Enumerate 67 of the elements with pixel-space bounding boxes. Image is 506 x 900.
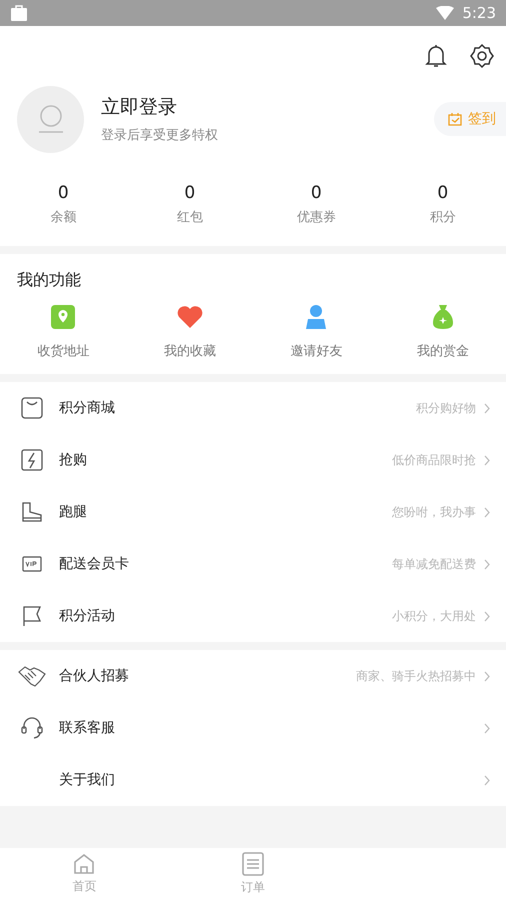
- chevron-right-icon: [484, 774, 490, 786]
- menu-row[interactable]: 配送会员卡 每单减免配送费: [0, 538, 506, 590]
- home-icon: [73, 853, 96, 875]
- calendar-icon: [448, 112, 462, 126]
- notification-button[interactable]: [422, 42, 450, 70]
- menu-row[interactable]: 关于我们: [0, 754, 506, 806]
- feature-shortcut[interactable]: 我的收藏: [126, 302, 253, 362]
- menu-hint: 每单减免配送费: [392, 556, 476, 573]
- menu-label: 积分商城: [59, 398, 116, 418]
- bag-icon: [21, 397, 43, 419]
- heart-icon: [176, 305, 204, 329]
- menu-hint: 低价商品限时抢: [392, 452, 476, 469]
- login-subtitle: 登录后享受更多特权: [101, 126, 219, 144]
- menu-row[interactable]: 积分活动 小积分，大用处: [0, 590, 506, 642]
- chevron-right-icon: [484, 454, 490, 466]
- handshake-icon: [18, 664, 46, 688]
- headset-icon: [21, 716, 43, 740]
- chevron-right-icon: [484, 610, 490, 622]
- stat-value: 0: [184, 182, 196, 205]
- chevron-right-icon: [484, 722, 490, 734]
- chevron-right-icon: [484, 670, 490, 682]
- menu-row[interactable]: 跑腿 您吩咐，我办事: [0, 486, 506, 538]
- stat-label: 积分: [430, 208, 456, 226]
- flag-icon: [22, 605, 42, 627]
- chevron-right-icon: [484, 558, 490, 570]
- clock-time: 5:23: [462, 2, 496, 24]
- person-icon: [304, 304, 328, 330]
- menu-label: 抢购: [59, 450, 88, 470]
- location-pin-icon: [50, 304, 76, 330]
- menu-hint: 积分购好物: [416, 400, 476, 417]
- section-title: 我的功能: [16, 269, 82, 291]
- menu-hint: 您吩咐，我办事: [392, 504, 476, 521]
- menu-label: 联系客服: [59, 718, 116, 738]
- menu-row[interactable]: 联系客服: [0, 702, 506, 754]
- money-bag-icon: [430, 304, 455, 330]
- menu-hint: 小积分，大用处: [392, 608, 476, 625]
- chevron-right-icon: [484, 402, 490, 414]
- wifi-icon: [436, 6, 454, 20]
- settings-button[interactable]: [468, 42, 496, 70]
- bell-icon: [424, 43, 448, 69]
- menu-label: 积分活动: [59, 606, 116, 626]
- lightning-icon: [21, 449, 43, 471]
- vip-card-icon: [22, 556, 42, 572]
- menu-label: 关于我们: [59, 770, 116, 790]
- stat-label: 红包: [176, 208, 203, 226]
- feature-shortcut[interactable]: 我的赏金: [380, 302, 506, 362]
- menu-row[interactable]: 抢购 低价商品限时抢: [0, 434, 506, 486]
- stat-label: 余额: [50, 208, 76, 226]
- feature-shortcut[interactable]: 邀请好友: [253, 302, 380, 362]
- boot-icon: [21, 502, 43, 522]
- menu-label: 合伙人招募: [59, 666, 130, 686]
- stat-label: 优惠券: [296, 208, 336, 226]
- list-icon: [242, 852, 264, 876]
- menu-row[interactable]: 合伙人招募 商家、骑手火热招募中: [0, 650, 506, 702]
- menu-label: 配送会员卡: [59, 554, 130, 574]
- menu-label: 跑腿: [59, 502, 88, 522]
- chevron-right-icon: [484, 506, 490, 518]
- feature-shortcut[interactable]: 收货地址: [0, 302, 126, 362]
- stat-value: 0: [58, 182, 69, 205]
- settings-icon: [469, 43, 495, 69]
- person-icon: [36, 104, 64, 134]
- menu-row[interactable]: 积分商城 积分购好物: [0, 382, 506, 434]
- login-title[interactable]: 立即登录: [101, 93, 434, 122]
- menu-hint: 商家、骑手火热招募中: [356, 668, 476, 685]
- bag-icon: [10, 5, 28, 21]
- stat-value: 0: [437, 182, 448, 205]
- stat-value: 0: [310, 182, 322, 205]
